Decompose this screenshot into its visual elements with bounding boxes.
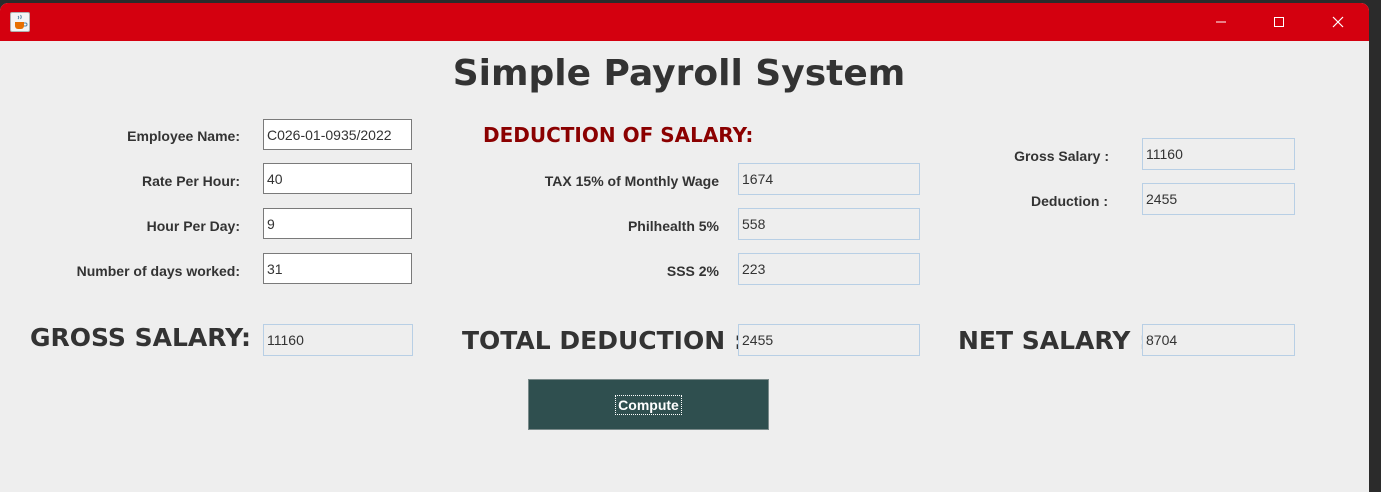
sss-field[interactable] bbox=[738, 253, 920, 285]
title-bar[interactable] bbox=[0, 3, 1369, 41]
days-worked-label: Number of days worked: bbox=[76, 263, 240, 279]
employee-name-label: Employee Name: bbox=[127, 128, 240, 144]
gross-salary-total-label: GROSS SALARY: bbox=[30, 323, 252, 352]
philhealth-label: Philhealth 5% bbox=[627, 218, 719, 234]
philhealth-field[interactable] bbox=[738, 208, 920, 240]
deduction-heading: DEDUCTION OF SALARY: bbox=[483, 123, 754, 147]
minimize-icon bbox=[1216, 21, 1226, 23]
net-salary-field[interactable] bbox=[1142, 324, 1295, 356]
total-deduction-label: TOTAL DEDUCTION : bbox=[462, 326, 744, 355]
total-deduction-field[interactable] bbox=[738, 324, 920, 356]
maximize-button[interactable] bbox=[1250, 3, 1308, 41]
rate-per-hour-label: Rate Per Hour: bbox=[141, 173, 240, 189]
deduction-label: Deduction : bbox=[1031, 193, 1108, 209]
page-title: Simple Payroll System bbox=[452, 53, 906, 94]
close-icon bbox=[1332, 16, 1344, 28]
deduction-field[interactable] bbox=[1142, 183, 1295, 215]
tax-field[interactable] bbox=[738, 163, 920, 195]
gross-salary-total-field[interactable] bbox=[263, 324, 413, 356]
employee-name-input[interactable] bbox=[263, 119, 412, 150]
days-worked-input[interactable] bbox=[263, 253, 412, 284]
close-button[interactable] bbox=[1309, 3, 1367, 41]
rate-per-hour-input[interactable] bbox=[263, 163, 412, 194]
gross-salary-label: Gross Salary : bbox=[1014, 148, 1109, 164]
compute-button[interactable]: Compute bbox=[528, 379, 769, 430]
sss-label: SSS 2% bbox=[666, 263, 719, 279]
hour-per-day-input[interactable] bbox=[263, 208, 412, 239]
java-cup-icon bbox=[10, 12, 30, 32]
hour-per-day-label: Hour Per Day: bbox=[146, 218, 240, 234]
payroll-window: Simple Payroll System Employee Name: Rat… bbox=[0, 3, 1369, 492]
minimize-button[interactable] bbox=[1192, 3, 1250, 41]
net-salary-label: NET SALARY : bbox=[958, 326, 1150, 355]
compute-button-label: Compute bbox=[615, 394, 682, 415]
maximize-icon bbox=[1274, 17, 1284, 27]
gross-salary-field[interactable] bbox=[1142, 138, 1295, 170]
tax-label: TAX 15% of Monthly Wage bbox=[544, 173, 719, 189]
